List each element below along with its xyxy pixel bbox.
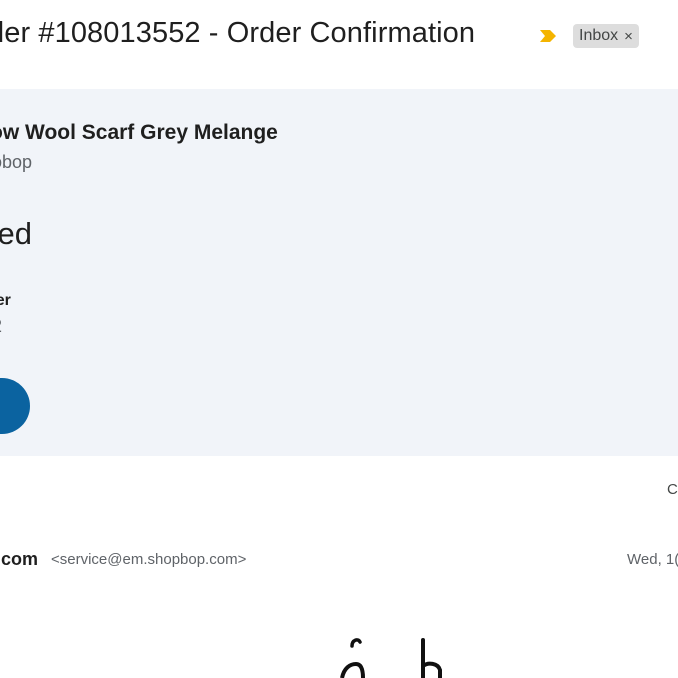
order-summary-card: ow Wool Scarf Grey Melange obop ced ber … <box>0 89 678 456</box>
merchant-name: obop <box>0 152 33 172</box>
shopbop-logo <box>340 638 442 678</box>
email-subject: der #108013552 - Order Confirmation <box>0 17 476 49</box>
inbox-label-chip: Inbox × <box>573 24 639 48</box>
sender-name[interactable]: .com <box>0 549 38 570</box>
subject-header: der #108013552 - Order Confirmation Inbo… <box>0 0 678 88</box>
label-text: Inbox <box>579 27 619 44</box>
importance-marker-icon[interactable] <box>539 29 557 43</box>
product-name: ow Wool Scarf Grey Melange <box>0 121 278 144</box>
order-status: ced <box>0 216 32 251</box>
message-date: Wed, 1( <box>627 551 678 568</box>
sender-row: .com <service@em.shopbop.com> Wed, 1( <box>0 545 678 575</box>
order-number-label: ber <box>0 292 11 309</box>
view-order-button[interactable] <box>0 378 30 434</box>
order-number-value: 2 <box>0 316 2 337</box>
remove-label-icon[interactable]: × <box>624 29 633 44</box>
email-view: der #108013552 - Order Confirmation Inbo… <box>0 0 678 678</box>
toolbar-edge-text: C <box>667 481 678 498</box>
sender-email: <service@em.shopbop.com> <box>51 551 247 568</box>
